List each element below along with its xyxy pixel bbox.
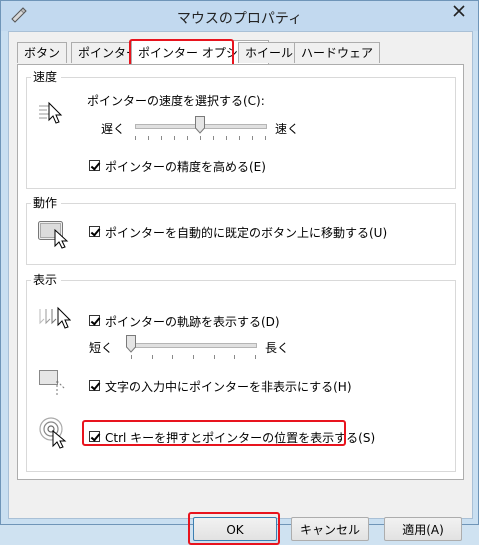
ok-button[interactable]: OK (193, 517, 277, 541)
slider-tick (187, 136, 188, 140)
slider-tick (265, 136, 266, 140)
precision-checkbox[interactable] (89, 160, 100, 171)
pointer-speed-icon (39, 101, 63, 124)
trail-slider-thumb[interactable] (126, 335, 136, 353)
cancel-button[interactable]: キャンセル (291, 517, 369, 541)
trails-checkbox[interactable] (89, 315, 100, 326)
slider-tick (174, 136, 175, 140)
snap-group-label: 動作 (31, 194, 62, 211)
hide-checkbox[interactable] (89, 380, 100, 391)
window-title: マウスのプロパティ (176, 11, 303, 27)
speed-label: ポインターの速度を選択する(C): (87, 94, 265, 108)
trail-slider-track[interactable] (131, 343, 257, 348)
tab-hardware[interactable]: ハードウェア (294, 42, 381, 63)
tab-wheel[interactable]: ホイール (238, 42, 301, 63)
pointer-location-icon (39, 417, 67, 449)
snap-group: 動作 ポインターを自動的に既定のボタン上に移動する(U) (26, 194, 456, 265)
title-bar[interactable]: マウスのプロパティ (1, 1, 478, 31)
dialog-window: マウスのプロパティ ボタン ポインター ポインター オプション ホイール ハード… (0, 0, 479, 545)
tab-buttons[interactable]: ボタン (17, 42, 68, 63)
slider-tick (135, 136, 136, 140)
fast-label: 速く (275, 122, 300, 136)
visibility-group: 表示 ポインターの軌跡を表示する(D) 短く 長く 文字の入力中にポインターを非… (26, 271, 456, 472)
close-button[interactable] (446, 1, 472, 21)
hide-label[interactable]: 文字の入力中にポインターを非表示にする(H) (105, 378, 352, 395)
slider-tick (193, 355, 194, 359)
speed-slider-thumb[interactable] (195, 116, 205, 134)
slider-tick (200, 136, 201, 140)
motion-group-label: 速度 (31, 68, 62, 85)
slider-tick (151, 355, 153, 359)
slow-label: 遅く (101, 122, 126, 136)
slider-tick (148, 136, 149, 140)
slider-tick (255, 355, 256, 359)
visibility-group-label: 表示 (31, 271, 62, 288)
snap-to-icon (38, 221, 69, 249)
slider-tick (131, 355, 132, 359)
long-label: 長く (265, 341, 290, 355)
close-icon (453, 5, 465, 17)
slider-tick (239, 136, 240, 140)
slider-tick (226, 136, 227, 140)
pointer-options-panel: 速度 ポインターの速度を選択する(C): 遅く 速く ポインターの精度を高める(… (17, 64, 464, 480)
short-label: 短く (89, 341, 114, 355)
slider-tick (252, 136, 253, 140)
slider-tick (213, 136, 214, 140)
dialog-client: ボタン ポインター ポインター オプション ホイール ハードウェア 速度 ポイン… (8, 31, 473, 545)
slider-tick (234, 355, 236, 359)
ctrl-checkbox[interactable] (89, 431, 100, 442)
apply-button[interactable]: 適用(A) (384, 517, 462, 541)
slider-tick (213, 355, 215, 359)
slider-tick (172, 355, 174, 359)
motion-group: 速度 ポインターの速度を選択する(C): 遅く 速く ポインターの精度を高める(… (26, 68, 456, 189)
slider-tick (161, 136, 162, 140)
snap-checkbox[interactable] (89, 226, 100, 237)
hide-pointer-icon (39, 370, 66, 395)
pointer-trails-icon (39, 306, 71, 329)
ctrl-label[interactable]: Ctrl キーを押すとポインターの位置を表示する(S) (105, 429, 375, 446)
trails-label[interactable]: ポインターの軌跡を表示する(D) (105, 313, 280, 330)
precision-label[interactable]: ポインターの精度を高める(E) (105, 158, 266, 175)
snap-label[interactable]: ポインターを自動的に既定のボタン上に移動する(U) (105, 224, 387, 241)
